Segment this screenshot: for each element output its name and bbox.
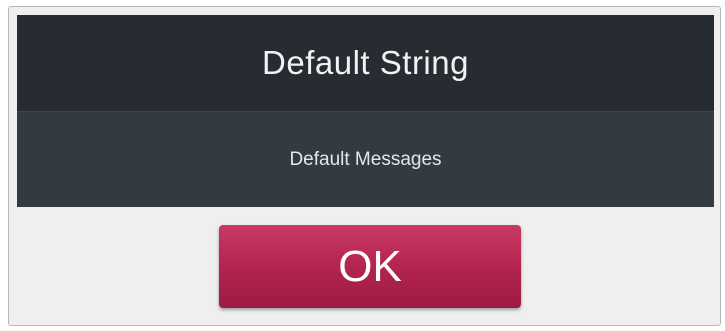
dialog-title: Default String [262,44,469,81]
ok-button[interactable]: OK [219,225,521,308]
alert-dialog: Default String Default Messages OK [8,6,721,326]
dialog-message: Default Messages [289,148,442,170]
dialog-header: Default String [17,15,714,111]
dialog-body: Default Messages [17,111,714,207]
